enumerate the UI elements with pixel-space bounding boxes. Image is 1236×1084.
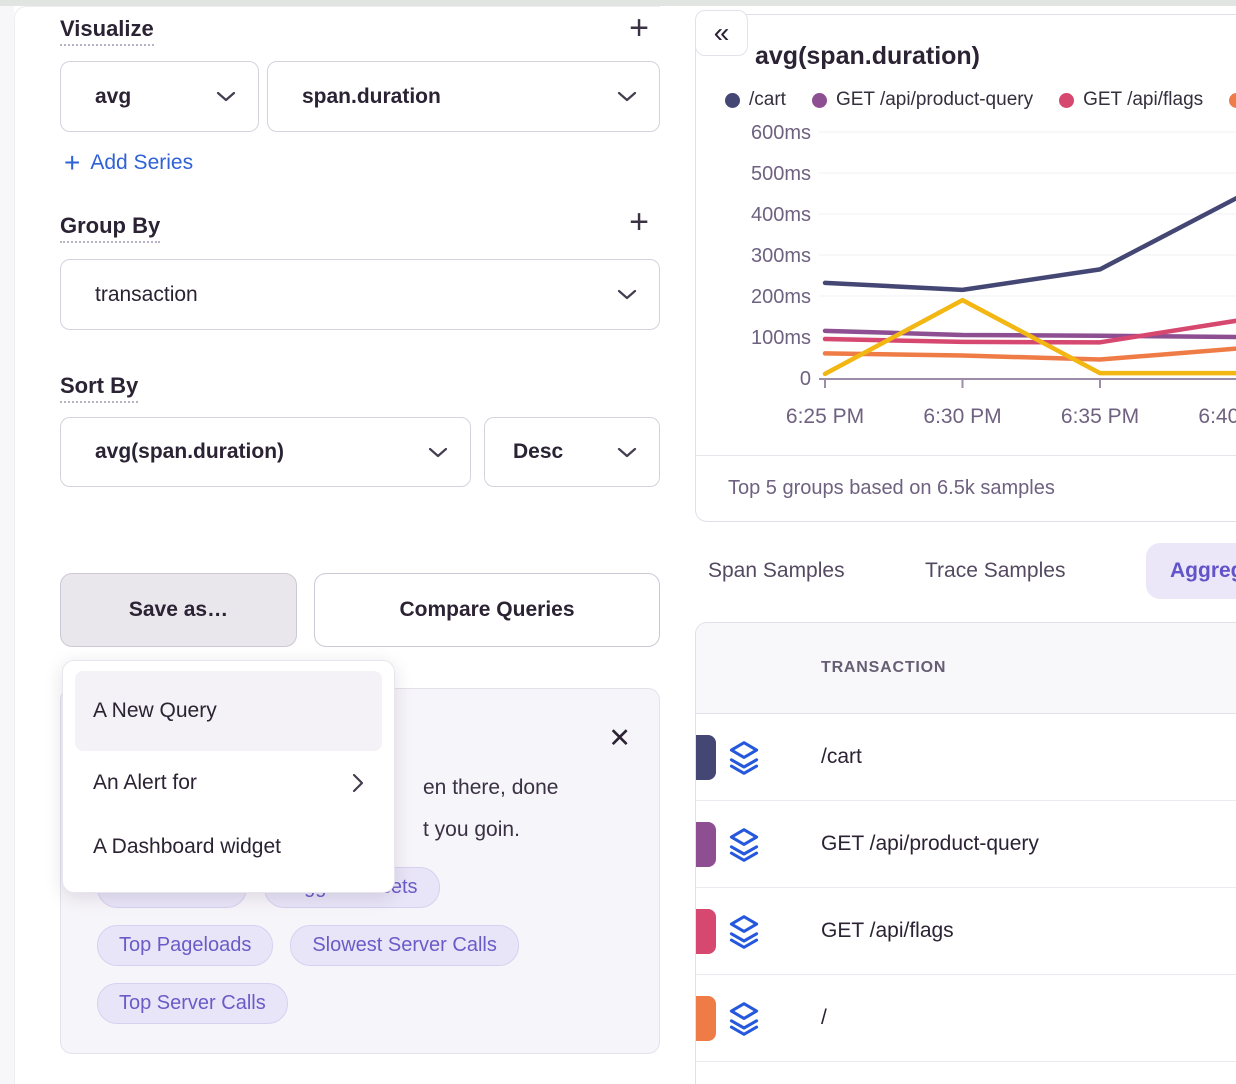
- group-by-select[interactable]: transaction: [60, 259, 660, 330]
- close-icon[interactable]: ✕: [608, 725, 631, 752]
- collapse-panel-button[interactable]: «: [695, 10, 748, 56]
- compare-queries-button[interactable]: Compare Queries: [314, 573, 660, 647]
- suggested-query-chip[interactable]: Top Server Calls: [97, 983, 288, 1024]
- aggregate-select[interactable]: avg: [60, 61, 259, 132]
- sort-by-heading: Sort By: [60, 373, 138, 399]
- tab-trace-samples[interactable]: Trace Samples: [925, 543, 1065, 599]
- add-series-button[interactable]: + Add Series: [64, 150, 193, 176]
- transaction-cell: GET /api/product-query: [821, 832, 1039, 856]
- left-gutter: [0, 6, 14, 1084]
- chip-row: Top Server Calls: [97, 983, 288, 1024]
- table-header-row: TRANSACTION: [696, 623, 1236, 714]
- series-color-bar: [696, 822, 716, 867]
- x-axis-tick-label: 6:40 PM: [1198, 405, 1236, 428]
- table-row-partial[interactable]: [696, 1062, 1236, 1084]
- legend-label: GET /api/product-query: [836, 89, 1033, 111]
- y-axis-tick-label: 400ms: [751, 204, 811, 226]
- menu-item-a-new-query[interactable]: A New Query: [75, 671, 382, 751]
- chevron-down-icon: [617, 91, 637, 102]
- series-color-bar: [696, 996, 716, 1041]
- visualize-add-button[interactable]: +: [622, 13, 656, 47]
- add-series-label: Add Series: [90, 151, 193, 175]
- layers-icon: [726, 827, 762, 863]
- chart-footer-note: Top 5 groups based on 6.5k samples: [696, 455, 1236, 521]
- legend-dot: [1229, 93, 1236, 108]
- table-row[interactable]: /: [696, 975, 1236, 1062]
- transaction-cell: /cart: [821, 745, 862, 769]
- layers-icon: [726, 740, 762, 776]
- group-by-heading: Group By: [60, 213, 160, 239]
- table-row[interactable]: GET /api/flags: [696, 888, 1236, 975]
- aggregate-value: avg: [95, 85, 131, 109]
- series-line-/cart: [825, 198, 1236, 290]
- series-line-/: [825, 348, 1236, 359]
- x-axis-tick-label: 6:35 PM: [1061, 405, 1139, 428]
- result-mode-tabs: Span Samples Trace Samples Aggregates: [695, 543, 1236, 599]
- x-axis-tick-label: 6:30 PM: [923, 405, 1001, 428]
- legend-dot: [812, 93, 827, 108]
- chevron-down-icon: [216, 91, 236, 102]
- y-axis-tick-label: 600ms: [751, 122, 811, 144]
- field-select[interactable]: span.duration: [267, 61, 660, 132]
- legend-dot: [725, 93, 740, 108]
- menu-item-label: An Alert for: [93, 771, 197, 795]
- legend-dot: [1059, 93, 1074, 108]
- table-row[interactable]: GET /api/product-query: [696, 801, 1236, 888]
- menu-item-an-alert-for[interactable]: An Alert for: [75, 751, 382, 815]
- sort-field-value: avg(span.duration): [95, 440, 284, 464]
- suggested-query-chip[interactable]: Top Pageloads: [97, 925, 273, 966]
- y-axis-tick-label: 200ms: [751, 286, 811, 308]
- duration-line-chart[interactable]: 0 100ms 200ms 300ms 400ms 500ms 600ms 6:25 PM 6:…: [695, 110, 1236, 460]
- chip-row: Top Pageloads Slowest Server Calls: [97, 925, 519, 966]
- legend-label: /cart: [749, 89, 786, 111]
- transaction-cell: /: [821, 1006, 827, 1030]
- save-as-menu: A New Query An Alert for A Dashboard widge…: [62, 660, 395, 893]
- chevron-right-icon: [352, 773, 364, 793]
- x-axis-tick-label: 6:25 PM: [786, 405, 864, 428]
- sort-direction-select[interactable]: Desc: [484, 417, 660, 487]
- series-color-bar: [696, 735, 716, 780]
- chart-title: avg(span.duration): [755, 42, 980, 71]
- transaction-cell: GET /api/flags: [821, 919, 954, 943]
- visualize-heading: Visualize: [60, 16, 154, 42]
- tab-span-samples[interactable]: Span Samples: [708, 543, 845, 599]
- series-color-bar: [696, 909, 716, 954]
- chevron-down-icon: [617, 447, 637, 458]
- group-by-value: transaction: [95, 283, 198, 307]
- legend-label: GET /api/flags: [1083, 89, 1203, 111]
- save-as-button[interactable]: Save as…: [60, 573, 297, 647]
- explore-page: Visualize + avg span.duration + Add Seri…: [0, 0, 1236, 1084]
- tab-aggregates[interactable]: Aggregates: [1146, 543, 1236, 599]
- banner-text-line2: t you goin.: [423, 818, 520, 842]
- sort-direction-value: Desc: [513, 440, 563, 464]
- y-axis-tick-label: 100ms: [751, 327, 811, 349]
- chevron-down-icon: [617, 289, 637, 300]
- layers-icon: [726, 1001, 762, 1037]
- table-row[interactable]: /cart: [696, 714, 1236, 801]
- y-axis-tick-label: 500ms: [751, 163, 811, 185]
- transaction-column-header: TRANSACTION: [821, 659, 946, 677]
- menu-item-label: A Dashboard widget: [93, 835, 281, 859]
- field-value: span.duration: [302, 85, 441, 109]
- aggregates-table: TRANSACTION /cart GET /api/product-query G…: [695, 622, 1236, 1084]
- chevron-down-icon: [428, 447, 448, 458]
- plus-icon: +: [64, 150, 80, 176]
- layers-icon: [726, 914, 762, 950]
- sort-field-select[interactable]: avg(span.duration): [60, 417, 471, 487]
- banner-text-line1: en there, done: [423, 776, 558, 800]
- menu-item-a-dashboard-widget[interactable]: A Dashboard widget: [75, 815, 382, 879]
- menu-item-label: A New Query: [93, 699, 217, 723]
- suggested-query-chip[interactable]: Slowest Server Calls: [290, 925, 519, 966]
- y-axis-tick-label: 0: [800, 368, 811, 390]
- y-axis-tick-label: 300ms: [751, 245, 811, 267]
- group-by-add-button[interactable]: +: [622, 207, 656, 241]
